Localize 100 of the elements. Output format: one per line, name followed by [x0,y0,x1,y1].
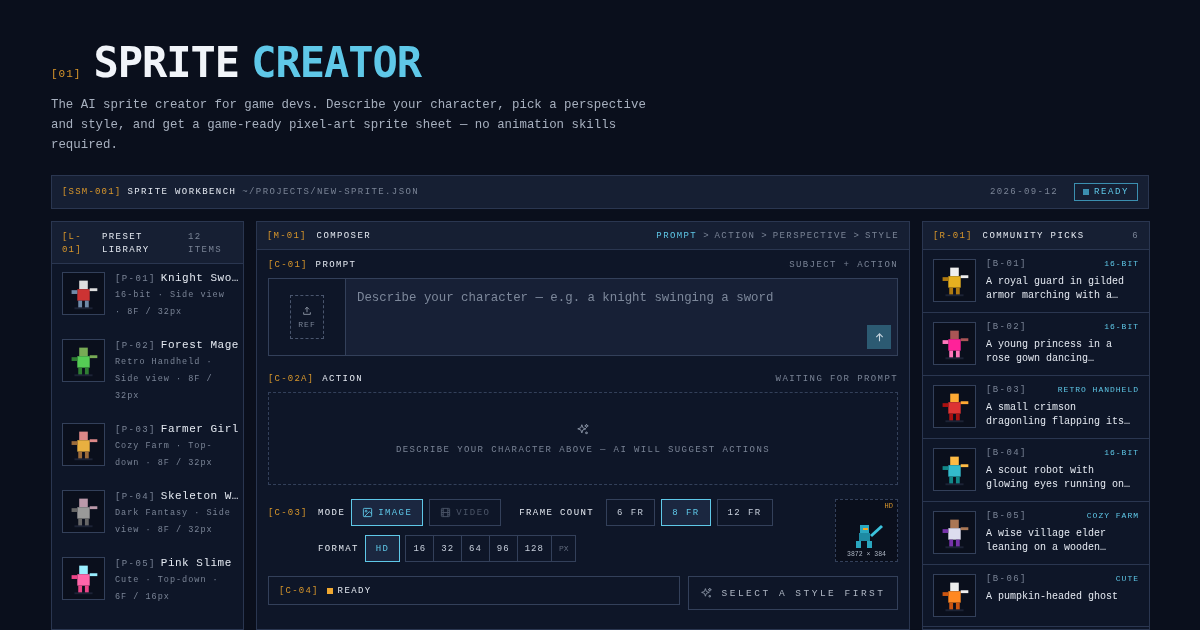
status-badge: READY [1074,183,1138,201]
page-title: CREATOR [251,38,422,87]
section-hint: SUBJECT + ACTION [789,260,898,270]
reference-upload-button[interactable]: REF [290,295,324,339]
mode-label: MODE [318,507,346,518]
preset-item[interactable]: [P-03] Farmer Girl Cozy Farm · Top-down · 8F / 32px [52,415,243,482]
section-title: PROMPT [315,260,357,270]
preset-meta: Cozy Farm · Top-down · 8F / 32px [115,440,214,470]
item-description: A pumpkin-headed ghost [986,590,1120,604]
size-button[interactable]: 128 [516,535,552,562]
style-tag: 16-BIT [1104,322,1139,332]
format-label: FORMAT [318,543,359,554]
community-item[interactable]: [B-06] CUTE A pumpkin-headed ghost [923,565,1149,627]
step-separator: > [703,230,709,241]
section-code: [C-04] [279,585,319,596]
date-text: 2026-09-12 [989,187,1058,197]
preset-meta: Retro Handheld · Side view · 8F / 32px [115,356,214,403]
status-text: READY [326,585,372,596]
panel-title: COMMUNITY PICKS [982,230,1085,241]
size-button[interactable]: 96 [488,535,518,562]
unit-label: PX [550,535,577,562]
step-label: ACTION [714,230,756,241]
item-code: [B-01] [986,259,1027,269]
item-code: [B-06] [986,574,1027,584]
page-description: The AI sprite creator for game devs. Describe your character, pick a perspective and style, and get a game-ready pixel-art sprite sheet — no animation skills required. [51,97,647,154]
step-label: PERSPECTIVE [772,230,848,241]
preset-item[interactable]: [P-05] Pink Slime Cute · Top-down · 6F / 16px [52,549,243,616]
preset-name: Knight Swo… [160,272,239,284]
item-description: A small crimson dragonling flapping its… [986,401,1132,429]
style-tag: COZY FARM [1086,511,1139,521]
item-description: A young princess in a rose gown dancing… [986,338,1114,366]
item-code: [B-04] [986,448,1027,458]
mode-button[interactable]: IMAGE [351,499,424,526]
step-label: PROMPT [656,230,698,241]
community-item[interactable]: [B-02] 16-BIT A young princess in a rose gown dancing… [923,313,1149,376]
file-path: ~/PROJECTS/NEW-SPRITE.JSON [242,187,420,197]
preset-name: Forest Mage [160,339,239,351]
item-count: 6 [1132,230,1139,241]
community-item[interactable]: [B-05] COZY FARM A wise village elder leaning on a wooden… [923,502,1149,565]
sparkle-icon [700,586,714,600]
item-description: A wise village elder leaning on a wooden… [986,527,1108,555]
section-code: [C-02A] [268,374,315,384]
preset-code: [P-04] [115,492,156,502]
send-button[interactable] [867,325,891,349]
frame-count-label: FRAME COUNT [519,507,595,518]
frame-count-button[interactable]: 8 FR [661,499,711,526]
community-item[interactable]: [B-01] 16-BIT A royal guard in gilded armor marching with a… [923,250,1149,313]
size-button[interactable]: 16 [405,535,435,562]
item-code: [B-05] [986,511,1027,521]
section-code: [L-01] [62,231,83,257]
preset-code: [P-02] [115,341,156,351]
frame-count-button[interactable]: 6 FR [606,499,656,526]
item-code: [B-03] [986,385,1027,395]
community-item[interactable]: [B-03] RETRO HANDHELD A small crimson dragonling flapping its… [923,376,1149,439]
panel-title: COMPOSER [316,230,372,241]
preset-meta: 16-bit · Side view · 8F / 32px [115,289,226,319]
generate-button[interactable]: SELECT A STYLE FIRST [688,576,898,610]
panel-title: PRESET LIBRARY [102,231,151,257]
section-code: [C-03] [268,507,309,518]
upload-icon [302,305,312,316]
size-button[interactable]: 32 [433,535,463,562]
item-count: 12 ITEMS [188,231,223,257]
frame-count-button[interactable]: 12 FR [716,499,773,526]
item-description: A scout robot with glowing eyes running on… [986,464,1132,492]
section-code: [C-01] [268,260,308,270]
section-status: WAITING FOR PROMPT [775,374,898,384]
item-code: [B-02] [986,322,1027,332]
item-description: A royal guard in gilded armor marching with a… [986,275,1126,303]
style-tag: 16-BIT [1104,448,1139,458]
size-button[interactable]: 64 [461,535,490,562]
prompt-field[interactable]: Describe your character — e.g. a knight swinging a sword [346,278,898,356]
preset-code: [P-05] [115,559,156,569]
preset-code: [P-01] [115,274,156,284]
section-code: [M-01] [267,230,307,241]
section-title: ACTION [322,374,364,384]
preset-name: Pink Slime [160,557,232,569]
style-tag: CUTE [1115,574,1139,584]
preset-name: Skeleton W… [160,490,239,502]
preset-item[interactable]: [P-04] Skeleton W… Dark Fantasy · Side view · 8F / 32px [52,482,243,549]
step-separator: > [853,230,859,241]
image-icon [362,507,374,518]
preset-code: [P-03] [115,425,156,435]
style-tag: RETRO HANDHELD [1057,385,1139,395]
preset-item[interactable]: [P-01] Knight Swo… 16-bit · Side view · 8F / 32px [52,264,243,331]
section-code: [R-01] [933,230,973,241]
film-icon [440,507,452,518]
section-code: [SSM-001] [62,187,122,197]
style-tag: 16-BIT [1104,259,1139,269]
preset-meta: Dark Fantasy · Side view · 8F / 32px [115,507,232,537]
preset-name: Farmer Girl [160,423,239,435]
section-index: [01] [51,68,82,80]
step-label: STYLE [865,230,899,241]
community-item[interactable]: [B-04] 16-BIT A scout robot with glowing eyes running on… [923,439,1149,502]
sparkle-icon [576,422,590,437]
preset-meta: Cute · Top-down · 6F / 16px [115,574,220,604]
hd-format-button[interactable]: HD [364,535,401,562]
page-title: SPRITE [93,38,240,87]
arrow-up-icon [873,331,885,343]
step-separator: > [761,230,767,241]
preset-item[interactable]: [P-02] Forest Mage Retro Handheld · Side view · 8F / 32px [52,331,243,415]
